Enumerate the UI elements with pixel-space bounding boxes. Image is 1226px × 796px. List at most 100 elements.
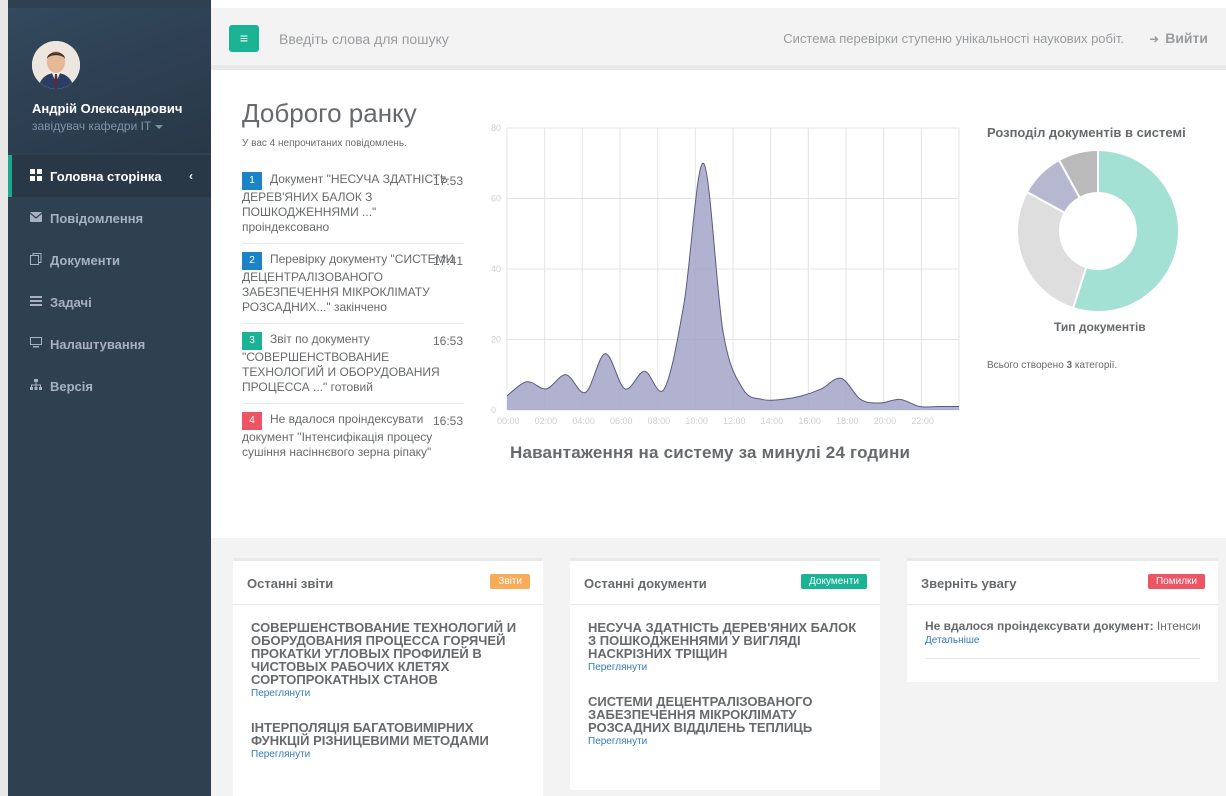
document-title: СИСТЕМИ ДЕЦЕНТРАЛІЗОВАНОГО ЗАБЕЗПЕЧЕННЯ … (588, 694, 813, 735)
sidebar-item-version[interactable]: Версія (8, 365, 211, 407)
view-link[interactable]: Переглянути (251, 688, 525, 699)
envelope-icon (29, 211, 43, 225)
load-chart: 0 20 40 60 80 00:00 02:00 04:00 06:00 08:00 10:00 1… (491, 123, 960, 426)
message-number-badge: 2 (242, 252, 262, 270)
list-item[interactable]: 3 Звіт по документу "СОВЕРШЕНСТВОВАНИЕ ТЕ… (242, 332, 463, 404)
list-item[interactable]: 2 Перевірку документу "СИСТЕМИ ДЕЦЕНТРАЛІ… (242, 252, 463, 324)
y-tick-label: 80 (491, 123, 501, 133)
message-text: Не вдалося проіндексувати документ "Інте… (242, 412, 433, 459)
topbar: ≡ Система перевірки ступеню унікальності… (211, 8, 1226, 66)
sidebar-item-tasks[interactable]: Задачі (8, 281, 211, 323)
message-number-badge: 1 (242, 172, 262, 190)
x-tick-label: 14:00 (761, 416, 784, 426)
message-time: 16:53 (432, 414, 463, 428)
x-tick-label: 00:00 (497, 416, 520, 426)
message-text: Звіт по документу "СОВЕРШЕНСТВОВАНИЕ ТЕХ… (242, 332, 440, 394)
sidebar-item-label: Налаштування (50, 336, 146, 352)
chart-title: Навантаження на систему за минулі 24 год… (510, 443, 911, 462)
sidebar-item-settings[interactable]: Налаштування (8, 323, 211, 365)
message-number-badge: 4 (242, 412, 262, 430)
hamburger-icon: ≡ (239, 30, 249, 46)
alert-bold: Не вдалося проіндексувати документ: (925, 619, 1154, 633)
x-tick-label: 06:00 (610, 416, 633, 426)
message-time: 17:53 (432, 174, 463, 188)
user-name: Андрій Олександрович (32, 101, 183, 116)
panel-body: Не вдалося проіндексувати документ: Інте… (907, 605, 1218, 673)
menu-toggle-button[interactable]: ≡ (229, 25, 259, 52)
divider (925, 658, 1200, 659)
y-tick-label: 60 (491, 194, 501, 204)
message-time: 16:53 (432, 334, 463, 348)
monitor-icon (29, 337, 43, 351)
note-prefix: Всього створено (987, 360, 1067, 371)
donut-slice[interactable] (1016, 190, 1088, 310)
attention-panel: Зверніть увагу Помилки Не вдалося проінд… (907, 558, 1218, 682)
message-text: Перевірку документу "СИСТЕМИ ДЕЦЕНТРАЛІЗ… (242, 252, 455, 314)
chevron-left-icon: ‹ (189, 169, 193, 183)
panel-title: Останні звіти (247, 576, 334, 591)
alert-rest: Інтенсиф (1156, 619, 1200, 633)
panel-header: Останні документи Документи (570, 561, 880, 605)
profile-header: Андрій Олександрович завідувач кафедри I… (8, 8, 211, 153)
errors-badge: Помилки (1147, 574, 1205, 589)
x-tick-label: 10:00 (685, 416, 708, 426)
search-input[interactable] (279, 27, 579, 51)
sign-out-icon: ➜ (1149, 32, 1160, 46)
panel-header: Останні звіти Звіти (233, 561, 543, 605)
donut-label: Тип документів (1054, 320, 1146, 334)
logout-button[interactable]: ➜ Вийти (1149, 30, 1208, 46)
sidebar-item-label: Документи (50, 252, 120, 268)
x-tick-label: 18:00 (836, 416, 859, 426)
x-tick-label: 12:00 (723, 416, 746, 426)
document-title: НЕСУЧА ЗДАТНІСТЬ ДЕРЕВ'ЯНИХ БАЛОК З ПОШК… (588, 620, 857, 661)
sidebar-item-documents[interactable]: Документи (8, 239, 211, 281)
sidebar-item-label: Задачі (50, 294, 92, 310)
message-list: 1 Документ "НЕСУЧА ЗДАТНІСТЬ ДЕРЕВ'ЯНИХ Б… (242, 172, 463, 476)
panel-header: Зверніть увагу Помилки (907, 561, 1218, 605)
panel-title: Останні документи (584, 576, 707, 591)
sitemap-icon (29, 379, 43, 393)
logout-label: Вийти (1165, 30, 1208, 46)
left-edge (0, 0, 8, 796)
message-time: 17:41 (432, 254, 463, 268)
note-suffix: категорії. (1072, 360, 1118, 371)
details-link[interactable]: Детальніше (925, 635, 1200, 646)
y-tick-label: 40 (491, 264, 501, 274)
x-tick-label: 16:00 (798, 416, 821, 426)
unread-count: У вас 4 непрочитаних повідомлень. (242, 138, 407, 149)
view-link[interactable]: Переглянути (251, 749, 525, 760)
page-title: Доброго ранку (242, 98, 417, 128)
sidebar-item-label: Версія (50, 378, 93, 394)
sidebar-item-messages[interactable]: Повідомлення (8, 197, 211, 239)
tasks-icon (29, 295, 43, 309)
view-link[interactable]: Переглянути (588, 736, 862, 747)
recent-reports-panel: Останні звіти Звіти СОВЕРШЕНСТВОВАНИЕ ТЕ… (233, 558, 543, 796)
user-role-dropdown[interactable]: завідувач кафедри IT (32, 119, 164, 133)
documents-icon (29, 252, 43, 268)
view-link[interactable]: Переглянути (588, 662, 862, 673)
sidebar-item-label: Повідомлення (50, 210, 144, 226)
sidebar-item-label: Головна сторінка (50, 168, 162, 184)
list-item[interactable]: 1 Документ "НЕСУЧА ЗДАТНІСТЬ ДЕРЕВ'ЯНИХ Б… (242, 172, 463, 244)
alert-message: Не вдалося проіндексувати документ: Інте… (925, 619, 1200, 633)
panel-body: СОВЕРШЕНСТВОВАНИЕ ТЕХНОЛОГИЙ И ОБОРУДОВА… (233, 605, 543, 796)
documents-donut-chart (1016, 148, 1180, 313)
system-info: Система перевірки ступеню унікальності н… (783, 31, 1124, 46)
caret-down-icon (155, 124, 164, 129)
sidebar-nav: Головна сторінка ‹ Повідомлення Документ… (8, 155, 211, 407)
panel-title: Зверніть увагу (921, 576, 1017, 591)
y-tick-label: 0 (491, 405, 496, 415)
sidebar-item-home[interactable]: Головна сторінка ‹ (8, 155, 211, 197)
list-item[interactable]: 4 Не вдалося проіндексувати документ "Інт… (242, 412, 463, 468)
x-tick-label: 08:00 (648, 416, 671, 426)
grid-icon (29, 168, 43, 184)
donut-title: Розподіл документів в системі (987, 125, 1186, 140)
avatar[interactable] (32, 41, 80, 89)
user-role: завідувач кафедри IT (32, 119, 152, 133)
x-tick-label: 20:00 (874, 416, 897, 426)
panel-body: НЕСУЧА ЗДАТНІСТЬ ДЕРЕВ'ЯНИХ БАЛОК З ПОШК… (570, 605, 880, 785)
reports-badge: Звіти (490, 574, 530, 589)
x-tick-label: 02:00 (535, 416, 558, 426)
topbar-divider (211, 66, 1226, 70)
x-tick-label: 04:00 (572, 416, 595, 426)
